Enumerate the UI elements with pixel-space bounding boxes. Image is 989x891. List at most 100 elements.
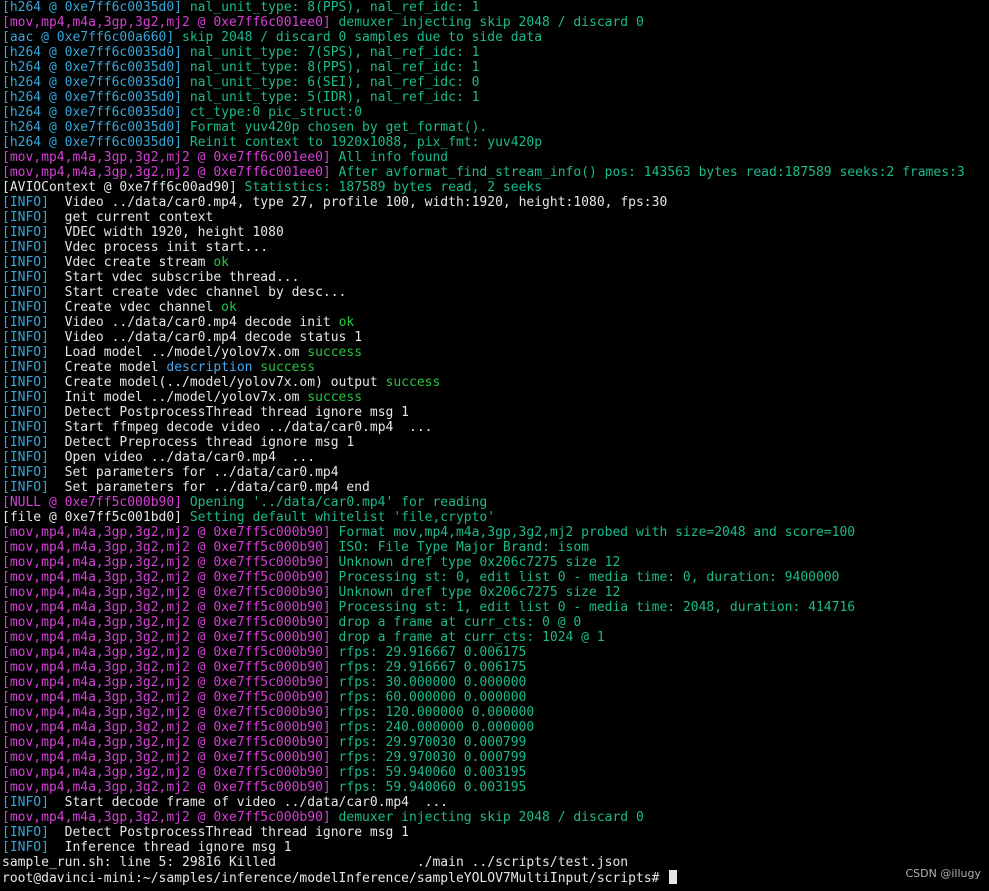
terminal-line: [file @ 0xe7ff5c001bd0] Setting default …	[2, 510, 987, 525]
terminal-segment: ISO: File Type Major Brand: isom	[338, 540, 589, 555]
terminal-segment: [mov,mp4,m4a,3gp,3g2,mj2 @ 0xe7ff5c000b9…	[2, 525, 339, 540]
terminal-segment: [INFO]	[2, 825, 49, 840]
terminal-line: [mov,mp4,m4a,3gp,3g2,mj2 @ 0xe7ff5c000b9…	[2, 810, 987, 825]
terminal-line: [h264 @ 0xe7ff6c0035d0] nal_unit_type: 8…	[2, 0, 987, 15]
terminal-line: [INFO] Load model ../model/yolov7x.om su…	[2, 345, 987, 360]
terminal-segment: [INFO]	[2, 315, 49, 330]
terminal-line: [INFO] get current context	[2, 210, 987, 225]
terminal-line: [INFO] Detect PostprocessThread thread i…	[2, 405, 987, 420]
terminal-line: [AVIOContext @ 0xe7ff6c00ad90] Statistic…	[2, 180, 987, 195]
terminal-segment: [INFO]	[2, 450, 49, 465]
terminal-line: [INFO] Start decode frame of video ../da…	[2, 795, 987, 810]
terminal-segment: Set parameters for ../data/car0.mp4	[48, 465, 339, 480]
terminal-line: [INFO] Video ../data/car0.mp4 decode sta…	[2, 330, 987, 345]
terminal-segment: ok	[213, 255, 229, 270]
shell-prompt: root@davinci-mini:~/samples/inference/mo…	[2, 871, 668, 886]
terminal-segment: Create model	[48, 360, 167, 375]
terminal-segment: description	[166, 360, 253, 375]
terminal-segment: [h264 @ 0xe7ff6c0035d0]	[2, 60, 190, 75]
terminal-line: [INFO] Open video ../data/car0.mp4 ...	[2, 450, 987, 465]
terminal-segment: rfps: 60.000000 0.000000	[338, 690, 527, 705]
terminal-segment: Opening '../data/car0.mp4' for reading	[189, 495, 488, 510]
terminal-segment: rfps: 240.000000 0.000000	[338, 720, 535, 735]
terminal-line: [INFO] Create model(../model/yolov7x.om)…	[2, 375, 987, 390]
terminal-segment: Vdec process init start...	[48, 240, 269, 255]
terminal-line: [INFO] Start ffmpeg decode video ../data…	[2, 420, 987, 435]
terminal-segment: [mov,mp4,m4a,3gp,3g2,mj2 @ 0xe7ff5c000b9…	[2, 765, 339, 780]
terminal-segment: [INFO]	[2, 840, 49, 855]
terminal-segment: [INFO]	[2, 345, 49, 360]
terminal-segment: sample_run.sh: line 5: 29816 Killed ./ma…	[2, 855, 629, 870]
terminal-segment: After avformat_find_stream_info() pos: 1…	[338, 165, 965, 180]
terminal-line: [h264 @ 0xe7ff6c0035d0] Format yuv420p c…	[2, 120, 987, 135]
terminal-segment: [mov,mp4,m4a,3gp,3g2,mj2 @ 0xe7ff5c000b9…	[2, 810, 339, 825]
terminal-segment: [INFO]	[2, 795, 49, 810]
terminal-segment: success	[260, 360, 316, 375]
terminal-segment: [INFO]	[2, 210, 49, 225]
terminal-segment: [INFO]	[2, 390, 49, 405]
terminal-segment: Load model ../model/yolov7x.om	[48, 345, 308, 360]
terminal-segment: Create vdec channel	[48, 300, 222, 315]
terminal-segment: [AVIOContext @ 0xe7ff6c00ad90]	[2, 180, 245, 195]
terminal-segment: Create model(../model/yolov7x.om) output	[48, 375, 386, 390]
terminal-line: [INFO] Start create vdec channel by desc…	[2, 285, 987, 300]
terminal-segment: [h264 @ 0xe7ff6c0035d0]	[2, 90, 190, 105]
terminal-line: [INFO] VDEC width 1920, height 1080	[2, 225, 987, 240]
terminal-segment: [mov,mp4,m4a,3gp,3g2,mj2 @ 0xe7ff6c001ee…	[2, 15, 339, 30]
terminal-segment: Processing st: 1, edit list 0 - media ti…	[338, 600, 856, 615]
terminal-segment: [mov,mp4,m4a,3gp,3g2,mj2 @ 0xe7ff5c000b9…	[2, 555, 339, 570]
terminal-segment: [h264 @ 0xe7ff6c0035d0]	[2, 0, 190, 15]
terminal-segment: Format yuv420p chosen by get_format().	[189, 120, 488, 135]
terminal-segment: Unknown dref type 0x206c7275 size 12	[338, 585, 621, 600]
terminal-segment: Detect PostprocessThread thread ignore m…	[48, 405, 409, 420]
text-cursor	[669, 870, 678, 884]
terminal-line: [mov,mp4,m4a,3gp,3g2,mj2 @ 0xe7ff5c000b9…	[2, 780, 987, 795]
terminal-line: [mov,mp4,m4a,3gp,3g2,mj2 @ 0xe7ff5c000b9…	[2, 675, 987, 690]
terminal-segment: rfps: 59.940060 0.003195	[338, 780, 527, 795]
terminal-line: [INFO] Vdec process init start...	[2, 240, 987, 255]
terminal-line: [h264 @ 0xe7ff6c0035d0] nal_unit_type: 5…	[2, 90, 987, 105]
terminal-segment: Video ../data/car0.mp4, type 27, profile…	[48, 195, 668, 210]
terminal-segment: Unknown dref type 0x206c7275 size 12	[338, 555, 621, 570]
terminal-segment: [h264 @ 0xe7ff6c0035d0]	[2, 75, 190, 90]
terminal-segment: nal_unit_type: 6(SEI), nal_ref_idc: 0	[189, 75, 480, 90]
terminal-line: [mov,mp4,m4a,3gp,3g2,mj2 @ 0xe7ff5c000b9…	[2, 705, 987, 720]
terminal-segment: [file @ 0xe7ff5c001bd0]	[2, 510, 190, 525]
terminal-line: [h264 @ 0xe7ff6c0035d0] Reinit context t…	[2, 135, 987, 150]
terminal-window[interactable]: [h264 @ 0xe7ff6c0035d0] nal_unit_type: 8…	[2, 0, 987, 891]
terminal-segment: rfps: 29.916667 0.006175	[338, 660, 527, 675]
terminal-segment: nal_unit_type: 8(PPS), nal_ref_idc: 1	[189, 60, 480, 75]
terminal-segment: [INFO]	[2, 240, 49, 255]
terminal-segment: Init model ../model/yolov7x.om	[48, 390, 308, 405]
terminal-line: [mov,mp4,m4a,3gp,3g2,mj2 @ 0xe7ff5c000b9…	[2, 540, 987, 555]
terminal-segment: [mov,mp4,m4a,3gp,3g2,mj2 @ 0xe7ff5c000b9…	[2, 540, 339, 555]
terminal-segment: get current context	[48, 210, 214, 225]
terminal-line: [mov,mp4,m4a,3gp,3g2,mj2 @ 0xe7ff6c001ee…	[2, 15, 987, 30]
terminal-segment: [aac @ 0xe7ff6c00a660]	[2, 30, 183, 45]
terminal-line: [h264 @ 0xe7ff6c0035d0] nal_unit_type: 6…	[2, 75, 987, 90]
terminal-segment: rfps: 29.970030 0.000799	[338, 735, 527, 750]
terminal-segment: Processing st: 0, edit list 0 - media ti…	[338, 570, 840, 585]
terminal-segment: Detect Preprocess thread ignore msg 1	[48, 435, 355, 450]
terminal-segment: [INFO]	[2, 225, 49, 240]
terminal-segment: [h264 @ 0xe7ff6c0035d0]	[2, 120, 190, 135]
terminal-segment: [mov,mp4,m4a,3gp,3g2,mj2 @ 0xe7ff5c000b9…	[2, 735, 339, 750]
terminal-segment: [mov,mp4,m4a,3gp,3g2,mj2 @ 0xe7ff5c000b9…	[2, 615, 339, 630]
terminal-segment: ct_type:0 pic_struct:0	[189, 105, 363, 120]
terminal-segment: [h264 @ 0xe7ff6c0035d0]	[2, 45, 190, 60]
terminal-segment: Reinit context to 1920x1088, pix_fmt: yu…	[189, 135, 543, 150]
terminal-segment: rfps: 30.000000 0.000000	[338, 675, 527, 690]
terminal-segment: Statistics: 187589 bytes read, 2 seeks	[244, 180, 543, 195]
terminal-line: [mov,mp4,m4a,3gp,3g2,mj2 @ 0xe7ff5c000b9…	[2, 600, 987, 615]
terminal-line: [h264 @ 0xe7ff6c0035d0] nal_unit_type: 8…	[2, 60, 987, 75]
terminal-segment: [mov,mp4,m4a,3gp,3g2,mj2 @ 0xe7ff5c000b9…	[2, 780, 339, 795]
watermark: CSDN @illugy	[905, 867, 982, 880]
terminal-prompt-line[interactable]: root@davinci-mini:~/samples/inference/mo…	[2, 870, 987, 886]
terminal-segment: Start vdec subscribe thread...	[48, 270, 300, 285]
terminal-segment: [INFO]	[2, 360, 49, 375]
terminal-line: [mov,mp4,m4a,3gp,3g2,mj2 @ 0xe7ff5c000b9…	[2, 690, 987, 705]
terminal-segment: [INFO]	[2, 480, 49, 495]
terminal-segment: ok	[338, 315, 355, 330]
terminal-segment: All info found	[338, 150, 449, 165]
terminal-line: [h264 @ 0xe7ff6c0035d0] nal_unit_type: 7…	[2, 45, 987, 60]
